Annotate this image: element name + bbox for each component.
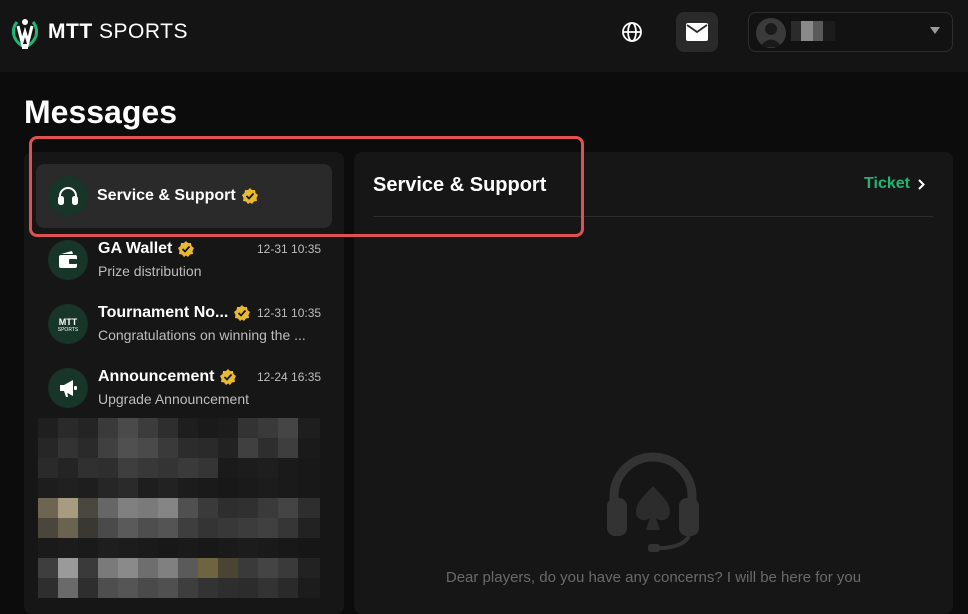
top-bar: MTT SPORTS — [0, 0, 968, 72]
mail-icon — [686, 23, 708, 41]
mtt-sports-logo-icon: MTT SPORTS — [48, 304, 88, 344]
chat-panel: Service & Support Ticket Dear players, d… — [354, 152, 953, 614]
conversation-name: Tournament No... — [98, 304, 251, 322]
conversation-name: Service & Support — [97, 187, 258, 205]
ticket-link[interactable]: Ticket — [864, 175, 925, 193]
empty-state-message: Dear players, do you have any concerns? … — [445, 569, 862, 586]
user-menu[interactable] — [748, 12, 953, 52]
logo-text: MTT SPORTS — [48, 20, 188, 43]
redacted-conversation-list — [38, 418, 320, 608]
chevron-right-icon — [918, 178, 925, 190]
verified-badge-icon — [241, 188, 258, 204]
conversation-time: 12-31 10:35 — [257, 242, 322, 256]
conversation-preview: Upgrade Announcement — [98, 391, 249, 407]
headset-icon — [48, 176, 88, 216]
ticket-label: Ticket — [864, 175, 910, 192]
divider — [373, 216, 933, 217]
messages-button[interactable] — [676, 12, 718, 52]
verified-badge-icon — [178, 241, 195, 257]
headset-spade-icon — [607, 452, 699, 552]
svg-text:MTT: MTT — [59, 317, 78, 327]
username-redacted — [791, 21, 835, 41]
conversation-name: Announcement — [98, 368, 237, 386]
mtt-sports-logo[interactable]: MTT SPORTS — [8, 14, 188, 50]
conversation-item-service-support[interactable]: Service & Support — [36, 164, 332, 228]
wallet-icon — [48, 240, 88, 280]
conversation-preview: Congratulations on winning the ... — [98, 327, 306, 343]
chevron-down-icon — [930, 27, 940, 34]
chat-title: Service & Support — [373, 174, 547, 196]
svg-text:SPORTS: SPORTS — [58, 327, 79, 332]
conversation-item-tournament[interactable]: MTT SPORTS Tournament No... 12-31 10:35 … — [24, 292, 344, 356]
conversation-time: 12-24 16:35 — [257, 370, 322, 384]
verified-badge-icon — [234, 305, 251, 321]
mtt-crown-logo-icon — [11, 19, 39, 49]
user-avatar-icon — [756, 18, 786, 48]
conversation-item-announcement[interactable]: Announcement 12-24 16:35 Upgrade Announc… — [24, 356, 344, 420]
conversation-preview: Prize distribution — [98, 263, 202, 279]
globe-icon[interactable] — [620, 20, 644, 44]
verified-badge-icon — [220, 369, 237, 385]
conversation-name: GA Wallet — [98, 240, 195, 258]
conversation-item-ga-wallet[interactable]: GA Wallet 12-31 10:35 Prize distribution — [24, 228, 344, 292]
megaphone-icon — [48, 368, 88, 408]
page-title: Messages — [24, 94, 177, 130]
conversation-time: 12-31 10:35 — [257, 306, 322, 320]
conversation-list: Service & Support GA Wallet 12-31 10:35 … — [24, 152, 344, 614]
